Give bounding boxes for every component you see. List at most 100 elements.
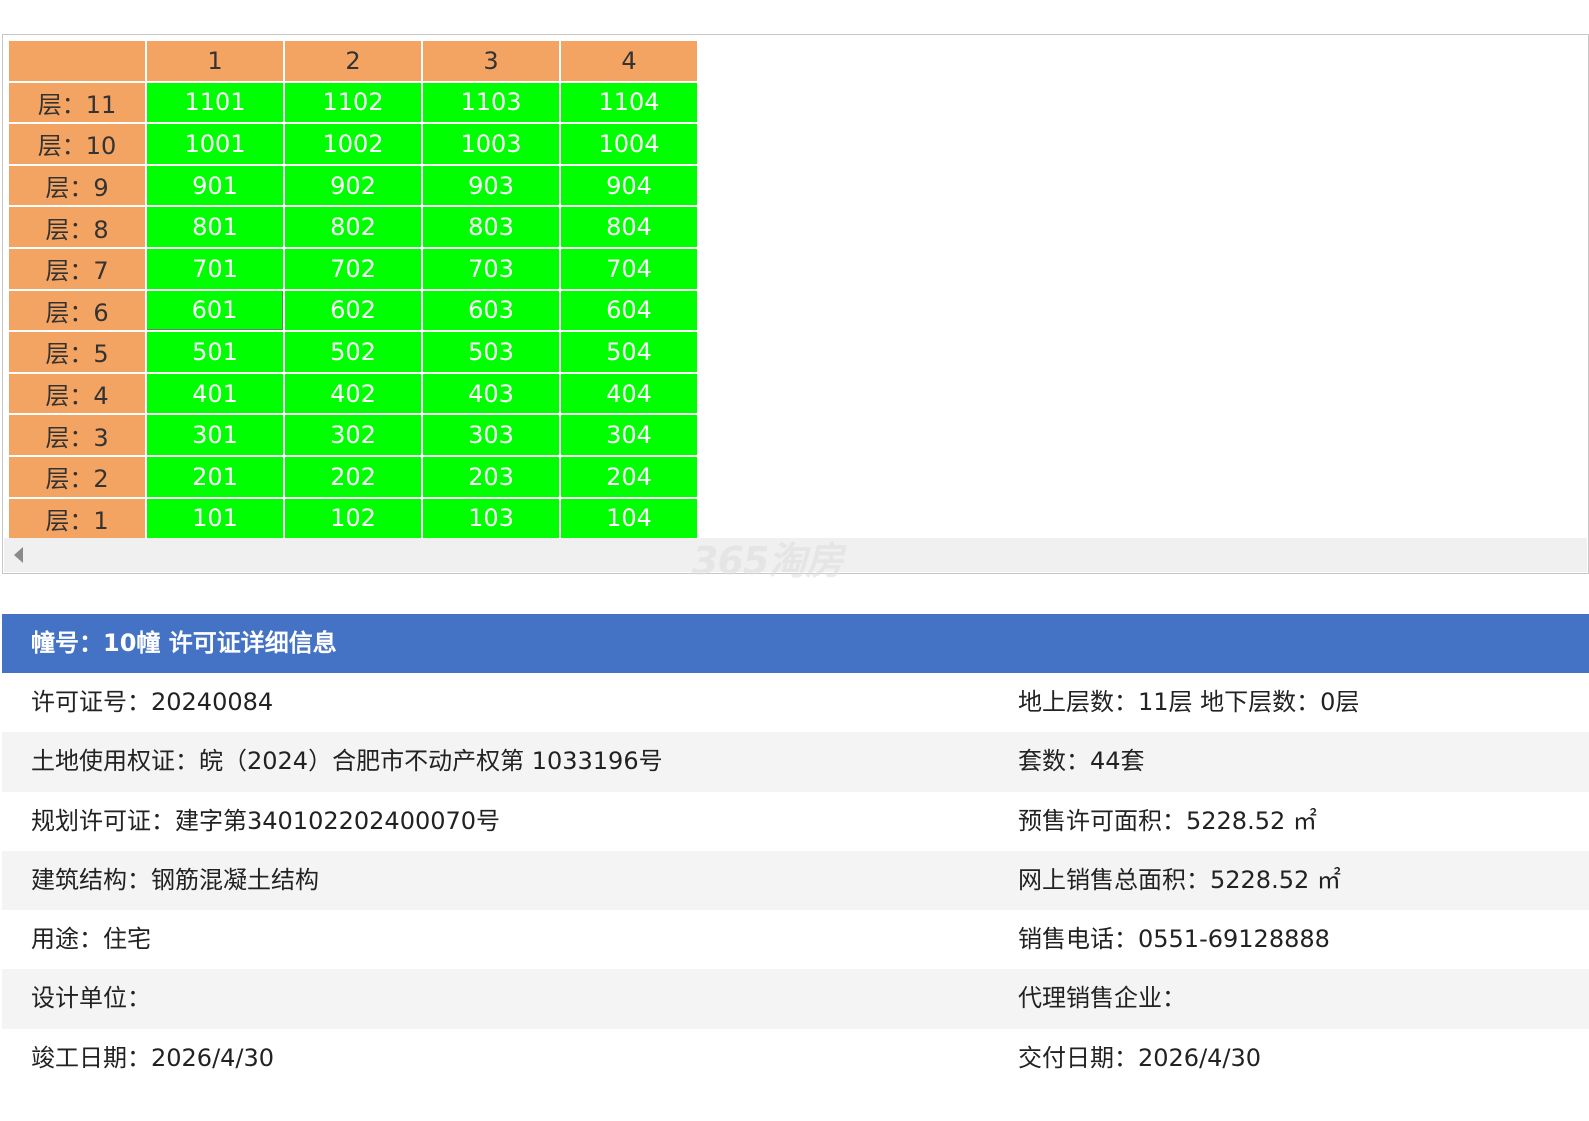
floor-label: 层：9 [9, 165, 145, 206]
unit-cell[interactable]: 404 [561, 373, 697, 414]
info-left-field: 竣工日期：2026/4/30 [31, 1043, 275, 1072]
info-left-field: 许可证号：20240084 [31, 688, 274, 716]
info-row: 设计单位： 代理销售企业： [2, 969, 1589, 1029]
unit-cell[interactable]: 802 [285, 207, 421, 247]
floor-label: 层：7 [9, 248, 145, 289]
info-left-field: 用途：住宅 [31, 925, 151, 954]
unit-cell[interactable]: 102 [285, 498, 421, 539]
column-header: 4 [561, 41, 697, 81]
floor-label: 层：4 [9, 373, 145, 414]
unit-cell[interactable]: 1003 [423, 124, 559, 164]
floor-row: 层：11 1101 1102 1103 1104 [9, 82, 697, 123]
unit-grid-panel: 1 2 3 4 层：11 1101 1102 1103 1104 层：10 1001 1002… [2, 34, 1589, 574]
unit-cell[interactable]: 1002 [285, 124, 421, 164]
column-header: 3 [423, 41, 559, 81]
info-right-field: 交付日期：2026/4/30 [1018, 1043, 1262, 1072]
unit-cell[interactable]: 801 [147, 207, 283, 247]
floor-row: 层：10 1001 1002 1003 1004 [9, 124, 697, 164]
floor-label: 层：6 [9, 290, 145, 331]
floor-label: 层：3 [9, 415, 145, 455]
unit-cell[interactable]: 502 [285, 332, 421, 372]
info-left-field: 建筑结构：钢筋混凝土结构 [31, 865, 319, 894]
column-header-row: 1 2 3 4 [9, 41, 697, 81]
unit-table: 1 2 3 4 层：11 1101 1102 1103 1104 层：10 1001 1002… [7, 39, 699, 540]
unit-cell[interactable]: 401 [147, 373, 283, 414]
column-header: 1 [147, 41, 283, 81]
column-header: 2 [285, 41, 421, 81]
unit-cell[interactable]: 201 [147, 456, 283, 497]
unit-cell[interactable]: 501 [147, 332, 283, 372]
floor-row: 层：7 701 702 703 704 [9, 248, 697, 289]
corner-cell [9, 41, 145, 81]
unit-cell[interactable]: 601 [147, 290, 283, 331]
unit-cell[interactable]: 804 [561, 207, 697, 247]
permit-info-title: 幢号：10幢 许可证详细信息 [2, 614, 1589, 673]
unit-cell[interactable]: 1101 [147, 82, 283, 123]
unit-cell[interactable]: 1001 [147, 124, 283, 164]
floor-row: 层：1 101 102 103 104 [9, 498, 697, 539]
info-row: 土地使用权证：皖（2024）合肥市不动产权第 1033196号 套数：44套 [2, 732, 1589, 792]
unit-cell[interactable]: 302 [285, 415, 421, 455]
permit-info-section: 幢号：10幢 许可证详细信息 许可证号：20240084 地上层数：11层 地下层… [2, 614, 1589, 1088]
floor-row: 层：2 201 202 203 204 [9, 456, 697, 497]
info-row: 用途：住宅 销售电话：0551-69128888 [2, 910, 1589, 969]
unit-cell[interactable]: 301 [147, 415, 283, 455]
info-right-field: 销售电话：0551-69128888 [1018, 925, 1330, 954]
floor-label: 层：2 [9, 456, 145, 497]
unit-cell[interactable]: 1102 [285, 82, 421, 123]
unit-cell[interactable]: 403 [423, 373, 559, 414]
floor-row: 层：3 301 302 303 304 [9, 415, 697, 455]
watermark-logo: 365淘房 [692, 539, 843, 583]
floor-row: 层：4 401 402 403 404 [9, 373, 697, 414]
unit-cell[interactable]: 904 [561, 165, 697, 206]
unit-cell[interactable]: 602 [285, 290, 421, 331]
info-right-field: 预售许可面积：5228.52 ㎡ [1018, 806, 1317, 835]
unit-cell[interactable]: 203 [423, 456, 559, 497]
info-row: 竣工日期：2026/4/30 交付日期：2026/4/30 [2, 1029, 1589, 1088]
info-row: 许可证号：20240084 地上层数：11层 地下层数：0层 [2, 673, 1589, 732]
unit-cell[interactable]: 603 [423, 290, 559, 331]
unit-cell[interactable]: 704 [561, 248, 697, 289]
unit-cell[interactable]: 104 [561, 498, 697, 539]
floor-label: 层：8 [9, 207, 145, 247]
unit-cell[interactable]: 204 [561, 456, 697, 497]
floor-label: 层：11 [9, 82, 145, 123]
permit-info-rows: 许可证号：20240084 地上层数：11层 地下层数：0层土地使用权证：皖（20… [2, 673, 1589, 1088]
unit-cell[interactable]: 202 [285, 456, 421, 497]
info-row: 建筑结构：钢筋混凝土结构 网上销售总面积：5228.52 ㎡ [2, 850, 1589, 911]
info-left-field: 设计单位： [31, 984, 151, 1013]
info-right-field: 代理销售企业： [1018, 984, 1186, 1013]
unit-cell[interactable]: 901 [147, 165, 283, 206]
floor-row: 层：8 801 802 803 804 [9, 207, 697, 247]
unit-cell[interactable]: 903 [423, 165, 559, 206]
unit-cell[interactable]: 1004 [561, 124, 697, 164]
unit-cell[interactable]: 1104 [561, 82, 697, 123]
unit-cell[interactable]: 701 [147, 248, 283, 289]
unit-cell[interactable]: 703 [423, 248, 559, 289]
floor-label: 层：1 [9, 498, 145, 539]
unit-cell[interactable]: 504 [561, 332, 697, 372]
floor-label: 层：5 [9, 332, 145, 372]
floor-row: 层：9 901 902 903 904 [9, 165, 697, 206]
unit-cell[interactable]: 1103 [423, 82, 559, 123]
unit-cell[interactable]: 503 [423, 332, 559, 372]
unit-cell[interactable]: 101 [147, 498, 283, 539]
unit-cell[interactable]: 303 [423, 415, 559, 455]
floor-label: 层：10 [9, 124, 145, 164]
info-right-field: 套数：44套 [1018, 747, 1145, 776]
scroll-left-arrow-icon[interactable] [14, 547, 23, 563]
unit-cell[interactable]: 402 [285, 373, 421, 414]
unit-cell[interactable]: 902 [285, 165, 421, 206]
floor-row: 层：5 501 502 503 504 [9, 332, 697, 372]
unit-cell[interactable]: 803 [423, 207, 559, 247]
unit-cell[interactable]: 103 [423, 498, 559, 539]
unit-cell[interactable]: 604 [561, 290, 697, 331]
unit-cell[interactable]: 304 [561, 415, 697, 455]
info-right-field: 地上层数：11层 地下层数：0层 [1018, 688, 1360, 716]
info-row: 规划许可证：建字第340102202400070号 预售许可面积：5228.52 … [2, 792, 1589, 851]
info-right-field: 网上销售总面积：5228.52 ㎡ [1018, 865, 1341, 894]
info-left-field: 规划许可证：建字第340102202400070号 [31, 806, 501, 835]
info-left-field: 土地使用权证：皖（2024）合肥市不动产权第 1033196号 [31, 747, 663, 776]
floor-row: 层：6 601 602 603 604 [9, 290, 697, 331]
unit-cell[interactable]: 702 [285, 248, 421, 289]
